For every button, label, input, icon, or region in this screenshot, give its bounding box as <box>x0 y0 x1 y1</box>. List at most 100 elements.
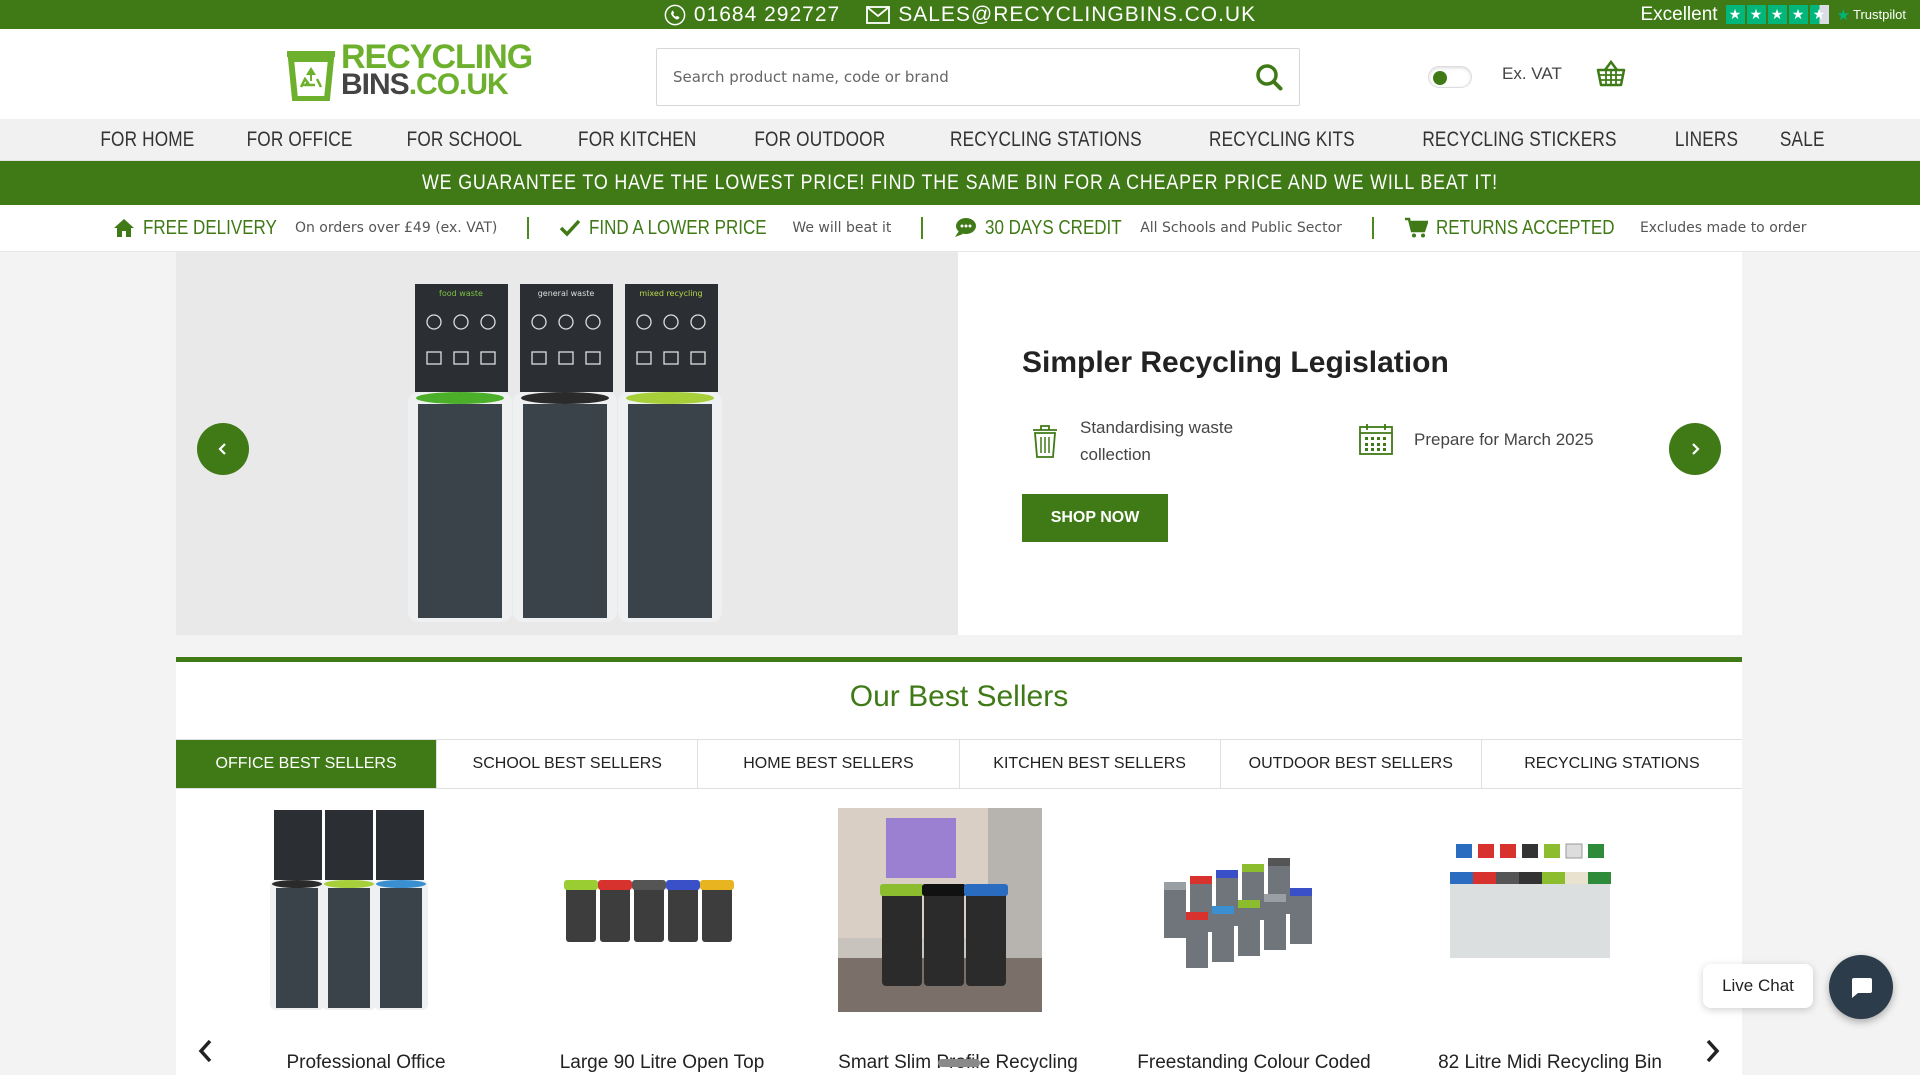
main-nav: FOR HOME FOR OFFICE FOR SCHOOL FOR KITCH… <box>0 119 1920 161</box>
hero-feature-date: Prepare for March 2025 <box>1358 422 1594 456</box>
usp-lower-price[interactable]: FIND A LOWER PRICE We will beat it <box>529 216 924 239</box>
phone-icon <box>664 4 686 25</box>
product-image <box>1450 843 1611 958</box>
rating-word: Excellent <box>1640 3 1718 25</box>
product-card[interactable]: 82 Litre Midi Recycling Bin <box>1430 808 1670 1074</box>
usp-subtitle: We will beat it <box>792 220 892 236</box>
search-box <box>656 48 1300 106</box>
tab-school-best-sellers[interactable]: SCHOOL BEST SELLERS <box>437 740 699 788</box>
logo-tld: .CO.UK <box>408 68 509 101</box>
calendar-icon <box>1359 424 1393 455</box>
carousel-prev-icon[interactable] <box>194 1036 218 1066</box>
chevron-left-icon <box>218 443 226 455</box>
product-card[interactable]: Smart Slim Profile Recycling <box>838 808 1078 1074</box>
chat-icon <box>1852 978 1872 998</box>
home-icon <box>114 219 135 237</box>
price-guarantee-banner[interactable]: WE GUARANTEE TO HAVE THE LOWEST PRICE! F… <box>0 161 1920 205</box>
bin-icon <box>1033 425 1057 458</box>
best-sellers-tabs: OFFICE BEST SELLERS SCHOOL BEST SELLERS … <box>176 739 1743 789</box>
hero-title: Simpler Recycling Legislation <box>1022 346 1449 379</box>
nav-item-recycling-kits[interactable]: RECYCLING KITS <box>1209 128 1355 152</box>
vat-label: Ex. VAT <box>1502 64 1562 83</box>
product-name: Large 90 Litre Open Top <box>559 1052 765 1073</box>
nav-item-recycling-stations[interactable]: RECYCLING STATIONS <box>950 128 1142 152</box>
carousel-next-icon[interactable] <box>1700 1036 1724 1066</box>
live-chat-button[interactable] <box>1829 955 1893 1019</box>
nav-item-for-home[interactable]: FOR HOME <box>101 128 195 152</box>
tab-kitchen-best-sellers[interactable]: KITCHEN BEST SELLERS <box>959 740 1221 788</box>
product-image <box>564 880 734 942</box>
usp-credit[interactable]: 30 DAYS CREDIT All Schools and Public Se… <box>923 217 1374 239</box>
usp-free-delivery[interactable]: FREE DELIVERY On orders over £49 (ex. VA… <box>83 216 530 239</box>
sign-label: mixed recycling <box>639 289 702 298</box>
email-link[interactable]: SALES@RECYCLINGBINS.CO.UK <box>866 3 1256 27</box>
logo-wordmark: RECYCLING BINS.CO.UK <box>341 38 533 101</box>
nav-item-sale[interactable]: SALE <box>1780 128 1825 152</box>
usp-title: 30 DAYS CREDIT <box>985 216 1123 239</box>
usp-returns[interactable]: RETURNS ACCEPTED Excludes made to order <box>1374 217 1837 239</box>
product-name: 82 Litre Midi Recycling Bin <box>1438 1052 1662 1073</box>
product-image <box>1164 858 1312 968</box>
product-name: Freestanding Colour Coded <box>1137 1052 1371 1073</box>
product-image <box>838 808 1042 1012</box>
sign-label: general waste <box>538 289 595 298</box>
nav-item-recycling-stickers[interactable]: RECYCLING STICKERS <box>1422 128 1616 152</box>
site-logo[interactable]: RECYCLING BINS.CO.UK <box>283 38 533 103</box>
usp-subtitle: All Schools and Public Sector <box>1140 220 1342 236</box>
logo-bins: BINS <box>341 68 410 101</box>
nav-item-liners[interactable]: LINERS <box>1675 128 1738 152</box>
usp-title: FIND A LOWER PRICE <box>589 216 768 239</box>
half-star-icon: ★ <box>1809 5 1829 24</box>
vat-toggle[interactable] <box>1428 66 1472 88</box>
best-sellers-section: Our Best Sellers OFFICE BEST SELLERS SCH… <box>176 657 1743 1075</box>
star-icon: ★ <box>1788 5 1808 24</box>
trustpilot-star-icon: ★ <box>1836 6 1851 24</box>
tab-recycling-stations[interactable]: RECYCLING STATIONS <box>1481 740 1743 788</box>
tab-office-best-sellers[interactable]: OFFICE BEST SELLERS <box>176 740 438 788</box>
scroll-indicator[interactable] <box>938 1059 980 1067</box>
recycling-station-image: food waste general waste mixed recycling <box>408 284 722 622</box>
shop-now-button[interactable]: SHOP NOW <box>1022 494 1168 542</box>
logo-line-2: BINS.CO.UK <box>341 68 532 101</box>
usp-subtitle: Excludes made to order <box>1639 220 1807 236</box>
search-icon[interactable] <box>1255 63 1283 91</box>
product-card[interactable]: Large 90 Litre Open Top <box>542 808 782 1074</box>
nav-item-for-office[interactable]: FOR OFFICE <box>247 128 353 152</box>
hero-banner: food waste general waste mixed recycling <box>176 252 1742 635</box>
phone-number: 01684 292727 <box>693 2 841 26</box>
usp-bar: FREE DELIVERY On orders over £49 (ex. VA… <box>0 205 1920 252</box>
tab-outdoor-best-sellers[interactable]: OUTDOOR BEST SELLERS <box>1220 740 1482 788</box>
nav-item-for-outdoor[interactable]: FOR OUTDOOR <box>754 128 885 152</box>
usp-title: RETURNS ACCEPTED <box>1435 216 1615 239</box>
cart-icon <box>1404 217 1428 238</box>
chat-bubble-icon <box>955 218 977 237</box>
search-input[interactable] <box>673 49 1233 105</box>
recycling-bin-logo-icon <box>287 51 335 101</box>
hero-prev-button[interactable] <box>197 423 249 475</box>
product-card[interactable]: Professional Office <box>246 808 486 1074</box>
basket-icon[interactable] <box>1596 59 1626 89</box>
tab-home-best-sellers[interactable]: HOME BEST SELLERS <box>698 740 960 788</box>
rating-stars: ★ ★ ★ ★ ★ <box>1725 5 1829 24</box>
product-image <box>270 810 428 1010</box>
sign-label: food waste <box>439 289 483 298</box>
nav-item-for-kitchen[interactable]: FOR KITCHEN <box>578 128 697 152</box>
logo-line-1: RECYCLING <box>341 38 533 76</box>
hero-feature-waste: Standardising waste collection <box>1030 414 1280 468</box>
envelope-icon <box>866 5 891 24</box>
trustpilot-logo: ★ Trustpilot <box>1837 6 1906 24</box>
top-bar: 01684 292727 SALES@RECYCLINGBINS.CO.UK E… <box>0 0 1920 29</box>
nav-item-for-school[interactable]: FOR SCHOOL <box>407 128 523 152</box>
hero-next-button[interactable] <box>1669 423 1721 475</box>
star-icon: ★ <box>1767 5 1787 24</box>
toggle-knob <box>1433 71 1447 85</box>
product-name: Professional Office <box>286 1052 446 1073</box>
hero-image[interactable]: food waste general waste mixed recycling <box>176 252 958 635</box>
product-card[interactable]: Freestanding Colour Coded <box>1134 808 1374 1074</box>
trustpilot-widget[interactable]: Excellent ★ ★ ★ ★ ★ ★ Trustpilot <box>1640 2 1906 27</box>
best-sellers-heading: Our Best Sellers <box>849 680 1069 713</box>
live-chat-label[interactable]: Live Chat <box>1703 964 1813 1008</box>
phone-link[interactable]: 01684 292727 <box>664 3 840 27</box>
checkmark-icon <box>560 219 581 237</box>
usp-title: FREE DELIVERY <box>143 216 278 239</box>
